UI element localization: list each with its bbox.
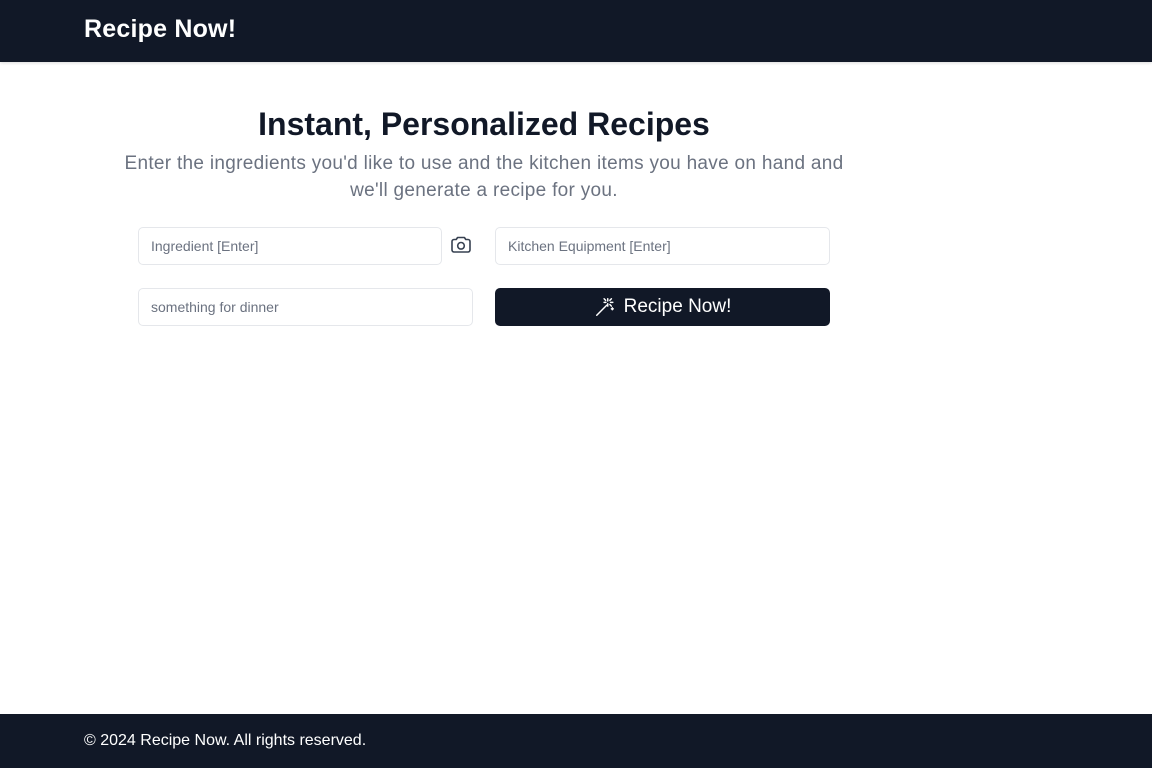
recipe-now-button[interactable]: Recipe Now! <box>495 288 830 326</box>
camera-button[interactable] <box>448 233 474 259</box>
page-title: Instant, Personalized Recipes <box>258 106 710 142</box>
page-subtitle: Enter the ingredients you'd like to use … <box>124 153 844 201</box>
recipe-now-label: Recipe Now! <box>623 296 732 317</box>
recipe-prompt-input[interactable] <box>138 288 473 326</box>
brand-logo[interactable]: Recipe Now! <box>84 15 236 44</box>
copyright-text: © 2024 Recipe Now. All rights reserved. <box>84 732 367 749</box>
hero-section: Instant, Personalized Recipes Enter the … <box>110 104 858 204</box>
magic-wand-icon <box>594 296 616 318</box>
page: Recipe Now! Instant, Personalized Recipe… <box>0 0 1152 768</box>
top-navbar: Recipe Now! <box>0 0 1152 62</box>
camera-icon <box>449 233 473 260</box>
kitchen-equipment-input[interactable] <box>495 227 830 265</box>
ingredient-input[interactable] <box>138 227 442 265</box>
footer: © 2024 Recipe Now. All rights reserved. <box>0 714 1152 768</box>
